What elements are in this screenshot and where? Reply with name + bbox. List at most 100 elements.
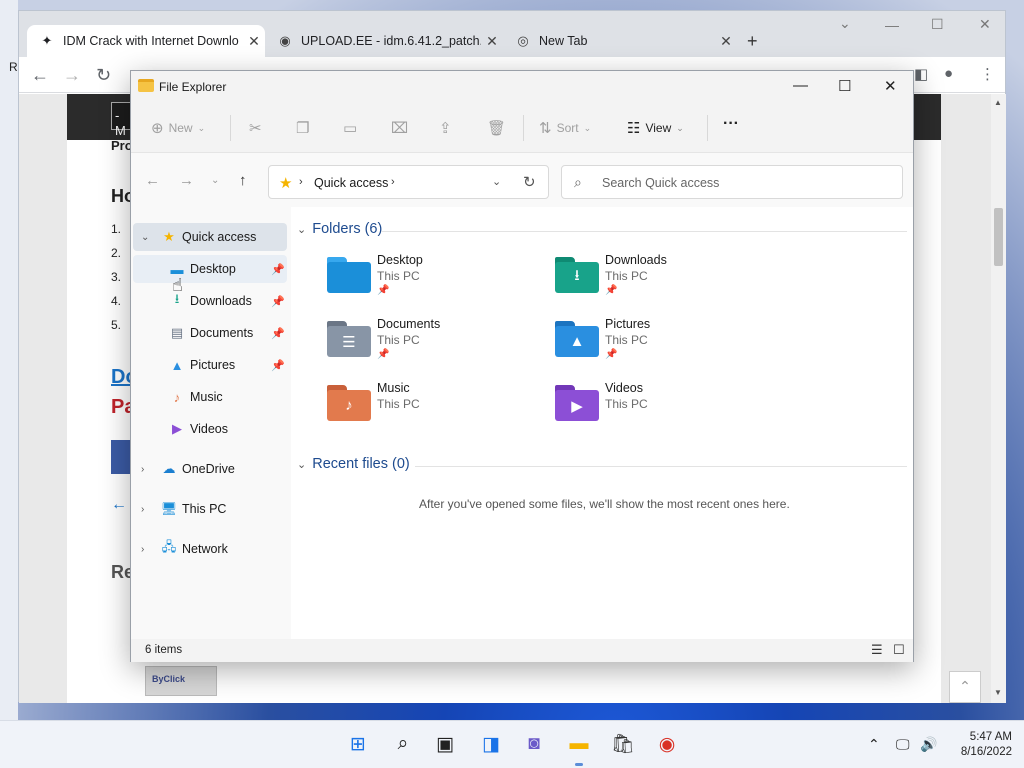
folder-tile-downloads[interactable]: ⭳ Downloads This PC 📌 bbox=[555, 253, 755, 309]
forward-icon[interactable]: → bbox=[63, 65, 81, 86]
network-tray-icon[interactable]: 🖵 bbox=[896, 736, 910, 753]
close-icon[interactable]: ✕ bbox=[884, 77, 897, 95]
nav-item-documents[interactable]: ▤ Documents 📌 bbox=[133, 319, 287, 347]
nav-item-downloads[interactable]: ⭳ Downloads 📌 bbox=[133, 287, 287, 315]
search-box[interactable]: ⌕ Search Quick access bbox=[561, 165, 903, 199]
nav-item-desktop[interactable]: ▬ Desktop 📌 bbox=[133, 255, 287, 283]
chevron-down-icon[interactable]: ⌄ bbox=[492, 175, 501, 188]
start-windows-icon[interactable]: ⊞ bbox=[345, 731, 371, 757]
chevron-right-icon[interactable]: › bbox=[141, 544, 144, 555]
computer-icon: 🖥 bbox=[160, 501, 178, 516]
scroll-up-icon[interactable]: ▲ bbox=[994, 98, 1002, 107]
back-icon[interactable]: ← bbox=[31, 65, 49, 86]
close-tab-icon[interactable]: ✕ bbox=[481, 33, 503, 50]
recent-empty-message: After you've opened some files, we'll sh… bbox=[419, 497, 790, 511]
nav-item-this-pc[interactable]: › 🖥 This PC bbox=[133, 495, 287, 523]
new-tab-button[interactable]: + bbox=[747, 31, 758, 52]
view-list-icon: ☷ bbox=[627, 120, 641, 137]
folder-tile-documents[interactable]: ☰ Documents This PC 📌 bbox=[327, 317, 527, 373]
up-icon[interactable]: ↑ bbox=[239, 172, 247, 189]
folder-tile-music[interactable]: ♪ Music This PC bbox=[327, 381, 527, 437]
chevron-up-icon[interactable]: ⌃ bbox=[868, 736, 880, 753]
details-view-icon[interactable]: ☰ bbox=[871, 642, 883, 658]
chrome-taskbar-icon[interactable]: ◉ bbox=[654, 731, 680, 757]
nav-label: Pictures bbox=[190, 358, 236, 372]
folder-tile-pictures[interactable]: ▲ Pictures This PC 📌 bbox=[555, 317, 755, 373]
hand-cursor-icon: ☝ bbox=[172, 275, 183, 295]
browser-tab-1[interactable]: ✦ IDM Crack with Internet Downlo ✕ bbox=[27, 25, 265, 57]
clock[interactable]: 5:47 AM 8/16/2022 bbox=[944, 730, 1012, 760]
rename-icon[interactable]: ⌧ bbox=[391, 119, 408, 137]
page-scrollbar[interactable]: ▲ ▼ bbox=[991, 94, 1006, 703]
folder-tile-videos[interactable]: ▶ Videos This PC bbox=[555, 381, 755, 437]
maximize-icon[interactable]: ☐ bbox=[931, 16, 944, 33]
tab-search-chevron-icon[interactable]: ⌄ bbox=[839, 15, 851, 32]
browser-tab-2[interactable]: ◉ UPLOAD.EE - idm.6.41.2_patch.2 ✕ bbox=[265, 25, 503, 57]
address-bar[interactable]: ★ › Quick access › ⌄ ↻ bbox=[268, 165, 549, 199]
reload-icon[interactable]: ↻ bbox=[96, 65, 111, 86]
store-icon[interactable]: 🛍 bbox=[610, 731, 636, 757]
copy-icon[interactable]: ❐ bbox=[296, 119, 309, 137]
close-tab-icon[interactable]: ✕ bbox=[243, 33, 265, 50]
browser-tab-title: UPLOAD.EE - idm.6.41.2_patch.2 bbox=[301, 34, 481, 48]
pin-icon[interactable]: 📌 bbox=[271, 295, 285, 308]
chevron-right-icon[interactable]: › bbox=[141, 504, 144, 515]
nav-label: Desktop bbox=[190, 262, 236, 276]
back-icon[interactable]: ← bbox=[145, 172, 160, 189]
volume-icon[interactable]: 🔊 bbox=[920, 736, 937, 753]
pin-icon[interactable]: 📌 bbox=[271, 263, 285, 276]
scroll-down-icon[interactable]: ▼ bbox=[994, 688, 1002, 697]
sidepanel-icon[interactable]: ◧ bbox=[914, 65, 928, 83]
minimize-icon[interactable]: — bbox=[793, 77, 808, 94]
pin-icon[interactable]: 📌 bbox=[271, 327, 285, 340]
scroll-to-top-button[interactable]: ⌃ bbox=[949, 671, 981, 703]
paste-icon[interactable]: ▭ bbox=[343, 119, 357, 137]
page-byclick-badge[interactable]: ByClick bbox=[145, 666, 217, 696]
recent-locations-icon[interactable]: ⌄ bbox=[211, 175, 219, 186]
search-placeholder: Search Quick access bbox=[602, 176, 720, 190]
more-options-button[interactable]: ··· bbox=[723, 115, 739, 133]
chat-icon[interactable]: ◙ bbox=[521, 731, 547, 757]
chevron-right-icon[interactable]: › bbox=[141, 464, 144, 475]
page-prev-arrow[interactable]: ← bbox=[111, 496, 127, 514]
browser-tab-title: IDM Crack with Internet Downlo bbox=[63, 34, 239, 48]
close-tab-icon[interactable]: ✕ bbox=[715, 33, 737, 50]
menu-kebab-icon[interactable]: ⋮ bbox=[980, 65, 995, 83]
nav-item-network[interactable]: › 🖧 Network bbox=[133, 535, 287, 563]
share-icon[interactable]: ⇪ bbox=[439, 119, 452, 137]
sort-button[interactable]: ⇅ Sort ⌄ bbox=[539, 119, 591, 137]
address-location[interactable]: Quick access bbox=[314, 176, 388, 190]
file-explorer-taskbar-icon[interactable]: ▬ bbox=[566, 731, 592, 766]
recent-section-header[interactable]: ⌄ Recent files (0) bbox=[297, 456, 410, 472]
nav-item-pictures[interactable]: ▲ Pictures 📌 bbox=[133, 351, 287, 379]
search-icon[interactable]: ⌕ bbox=[390, 731, 416, 757]
chevron-right-icon[interactable]: › bbox=[391, 176, 395, 188]
delete-icon[interactable]: 🗑 bbox=[487, 119, 506, 137]
chevron-down-icon[interactable]: ⌄ bbox=[141, 232, 149, 243]
nav-item-quick-access[interactable]: ⌄ ★ Quick access bbox=[133, 223, 287, 251]
page-list-item: 5. bbox=[111, 318, 122, 332]
nav-item-onedrive[interactable]: › ☁ OneDrive bbox=[133, 455, 287, 483]
task-view-icon[interactable]: ▣ bbox=[432, 731, 458, 757]
pin-icon[interactable]: 📌 bbox=[271, 359, 285, 372]
profile-avatar-icon[interactable]: ● bbox=[944, 65, 953, 82]
new-button[interactable]: ⊕ New ⌄ bbox=[151, 119, 205, 137]
browser-tab-3[interactable]: ◎ New Tab ✕ bbox=[503, 25, 737, 57]
nav-item-music[interactable]: ♪ Music bbox=[133, 383, 287, 411]
cut-icon[interactable]: ✂ bbox=[249, 119, 262, 137]
folder-location: This PC bbox=[377, 269, 420, 283]
close-icon[interactable]: ✕ bbox=[979, 16, 991, 33]
maximize-icon[interactable]: ☐ bbox=[838, 77, 851, 95]
scrollbar-thumb[interactable] bbox=[994, 208, 1003, 266]
refresh-icon[interactable]: ↻ bbox=[523, 173, 536, 191]
view-button[interactable]: ☷ View ⌄ bbox=[627, 119, 684, 137]
folder-tile-desktop[interactable]: Desktop This PC 📌 bbox=[327, 253, 527, 309]
folders-section-header[interactable]: ⌄ Folders (6) bbox=[297, 221, 382, 237]
minimize-icon[interactable]: — bbox=[885, 17, 899, 33]
widgets-icon[interactable]: ◨ bbox=[478, 731, 504, 757]
view-label: View bbox=[645, 121, 672, 135]
forward-icon[interactable]: → bbox=[179, 172, 194, 189]
page-share-block[interactable] bbox=[111, 440, 131, 474]
tiles-view-icon[interactable]: ☐ bbox=[893, 642, 905, 658]
nav-item-videos[interactable]: ▶ Videos bbox=[133, 415, 287, 443]
